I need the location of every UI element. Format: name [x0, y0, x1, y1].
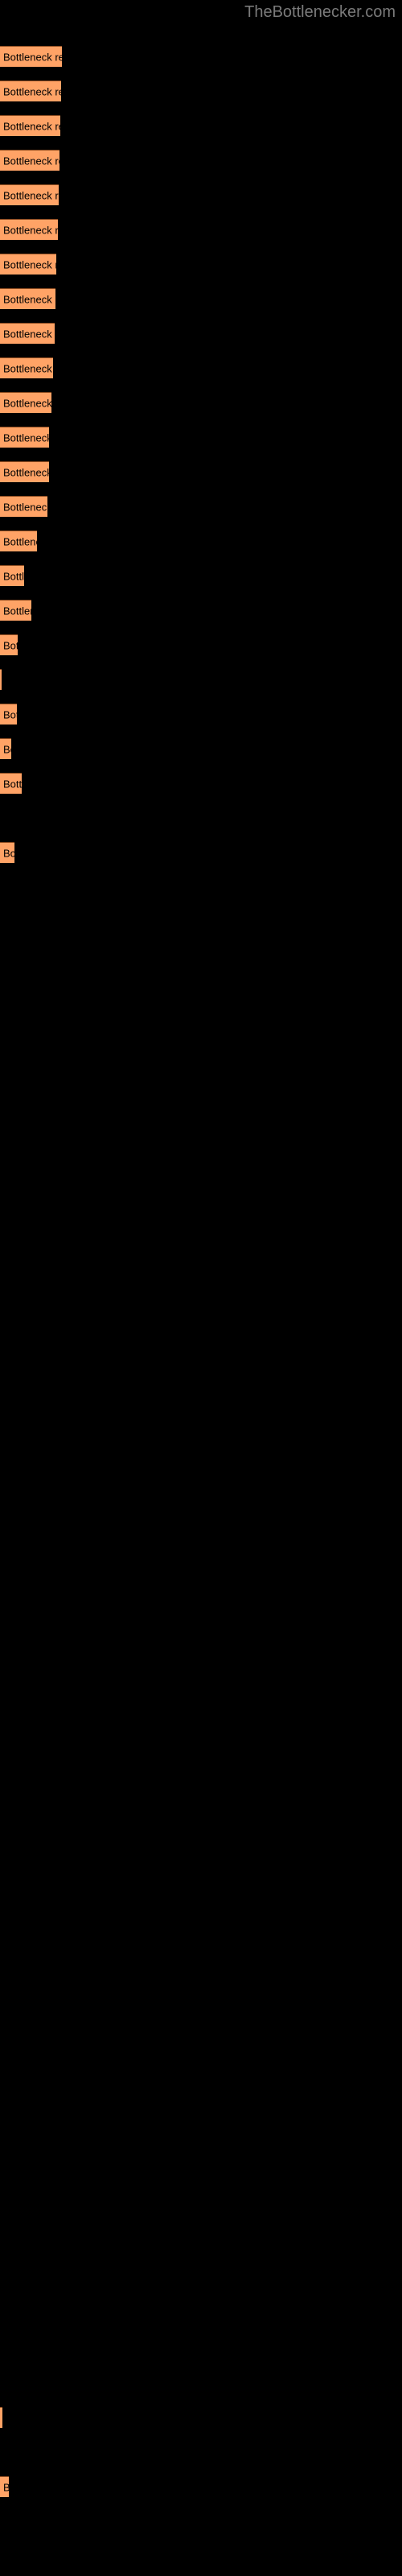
- bar-9[interactable]: Bottleneck result: [0, 323, 55, 344]
- bar-label: Bottleneck result: [3, 120, 60, 132]
- bar-label: Bottleneck result: [3, 224, 58, 236]
- bar-13[interactable]: Bottleneck result: [0, 461, 49, 482]
- bar-19[interactable]: Bottleneck result: [0, 669, 2, 690]
- bar-20[interactable]: Bottleneck result: [0, 704, 17, 724]
- bar-5[interactable]: Bottleneck result: [0, 184, 59, 205]
- bar-12[interactable]: Bottleneck result: [0, 427, 49, 448]
- bar-10[interactable]: Bottleneck result: [0, 357, 53, 378]
- bar-21[interactable]: Bottleneck result: [0, 738, 11, 759]
- bar-17[interactable]: Bottleneck result: [0, 600, 31, 621]
- bar-3[interactable]: Bottleneck result: [0, 115, 60, 136]
- bar-23[interactable]: Bottleneck result: [0, 842, 14, 863]
- bar-label: Bottleneck result: [3, 743, 11, 755]
- page-root: TheBottlenecker.com Bottleneck resultBot…: [0, 0, 402, 2576]
- bar-label: Bottleneck result: [3, 431, 49, 444]
- bar-label: Bottleneck result: [3, 778, 22, 790]
- bar-label: Bottleneck result: [3, 639, 18, 651]
- bar-label: Bottleneck result: [3, 2481, 9, 2493]
- bar-label: Bottleneck result: [3, 51, 62, 63]
- bar-label: Bottleneck result: [3, 328, 55, 340]
- bar-label: Bottleneck result: [3, 362, 53, 374]
- bar-8[interactable]: Bottleneck result: [0, 288, 55, 309]
- bar-label: Bottleneck result: [3, 535, 37, 547]
- bar-16[interactable]: Bottleneck result: [0, 565, 24, 586]
- bar-22[interactable]: Bottleneck result: [0, 773, 22, 794]
- bar-6[interactable]: Bottleneck result: [0, 219, 58, 240]
- bar-11[interactable]: Bottleneck result: [0, 392, 51, 413]
- bar-18[interactable]: Bottleneck result: [0, 634, 18, 655]
- bar-label: Bottleneck result: [3, 501, 47, 513]
- bar-2[interactable]: Bottleneck result: [0, 80, 61, 101]
- bar-14[interactable]: Bottleneck result: [0, 496, 47, 517]
- bar-24[interactable]: Bottleneck result: [0, 2407, 2, 2428]
- bar-label: Bottleneck result: [3, 466, 49, 478]
- bar-1[interactable]: Bottleneck result: [0, 46, 62, 67]
- bar-15[interactable]: Bottleneck result: [0, 530, 37, 551]
- bar-label: Bottleneck result: [3, 258, 56, 270]
- bar-label: Bottleneck result: [3, 189, 59, 201]
- bar-label: Bottleneck result: [3, 155, 59, 167]
- bar-label: Bottleneck result: [3, 570, 24, 582]
- bar-label: Bottleneck result: [3, 605, 31, 617]
- bar-label: Bottleneck result: [3, 708, 17, 720]
- bottleneck-bar-chart: Bottleneck result Bottleneck result Bottle…: [0, 0, 402, 2576]
- bar-label: Bottleneck result: [3, 397, 51, 409]
- bar-label: Bottleneck result: [3, 847, 14, 859]
- bar-label: Bottleneck result: [3, 293, 55, 305]
- bar-7[interactable]: Bottleneck result: [0, 254, 56, 275]
- bar-25[interactable]: Bottleneck result: [0, 2476, 9, 2497]
- bar-label: Bottleneck result: [3, 85, 61, 97]
- bar-4[interactable]: Bottleneck result: [0, 150, 59, 171]
